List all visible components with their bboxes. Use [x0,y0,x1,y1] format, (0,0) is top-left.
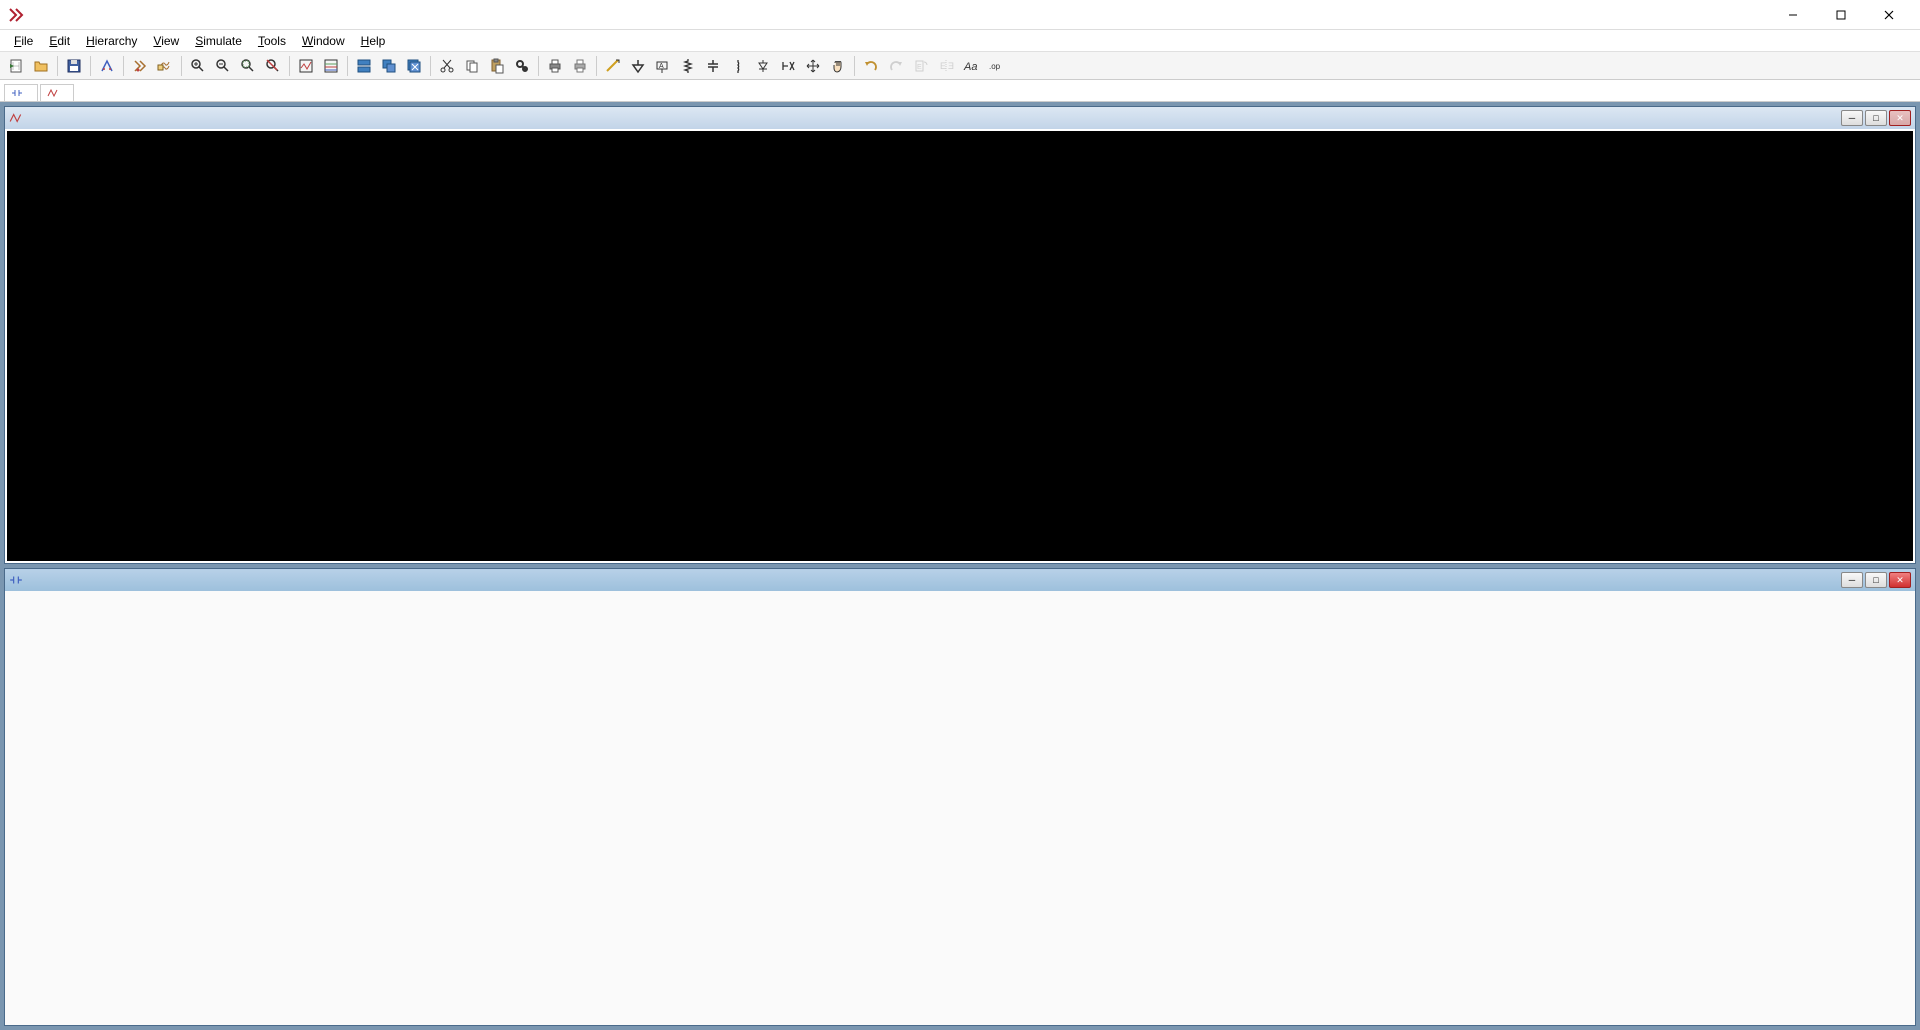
menu-view[interactable]: View [145,32,187,50]
mirror-button[interactable]: EE [934,54,958,78]
find-button[interactable] [510,54,534,78]
plot-minimize-button[interactable]: ─ [1841,110,1863,126]
svg-text:E: E [917,64,922,71]
menu-bar: File Edit Hierarchy View Simulate Tools … [0,30,1920,52]
plot-maximize-button[interactable]: □ [1865,110,1887,126]
zoom-fit-button[interactable] [236,54,260,78]
save-button[interactable] [62,54,86,78]
window-close-button[interactable] [1866,0,1912,30]
plot-window-titlebar[interactable]: ─ □ ✕ [5,107,1915,129]
close-windows-button[interactable] [402,54,426,78]
draw-wire-button[interactable] [601,54,625,78]
halt-button[interactable] [153,54,177,78]
cascade-windows-button[interactable] [377,54,401,78]
waveform-icon [47,87,59,99]
svg-text:E: E [940,61,946,71]
copy-button[interactable] [460,54,484,78]
schematic-window-titlebar[interactable]: ─ □ ✕ [5,569,1915,591]
toolbar: A E EE Aa .op [0,52,1920,80]
schematic-canvas[interactable] [5,591,1915,1025]
zoom-back-button[interactable] [211,54,235,78]
new-schematic-button[interactable] [4,54,28,78]
plot-area[interactable] [7,131,1913,561]
redo-button[interactable] [884,54,908,78]
window-maximize-button[interactable] [1818,0,1864,30]
waveform-icon [9,111,23,125]
menu-help[interactable]: Help [353,32,394,50]
schem-close-button[interactable]: ✕ [1889,572,1911,588]
paste-button[interactable] [485,54,509,78]
run-button[interactable] [128,54,152,78]
schem-maximize-button[interactable]: □ [1865,572,1887,588]
document-tabs [0,80,1920,102]
control-panel-button[interactable] [95,54,119,78]
open-button[interactable] [29,54,53,78]
menu-tools[interactable]: Tools [250,32,294,50]
move-button[interactable] [801,54,825,78]
print-button[interactable] [543,54,567,78]
tile-windows-button[interactable] [352,54,376,78]
menu-window[interactable]: Window [294,32,353,50]
add-trace-button[interactable] [319,54,343,78]
component-button[interactable] [776,54,800,78]
label-net-button[interactable]: A [651,54,675,78]
spice-directive-button[interactable]: .op [984,54,1008,78]
schematic-window: ─ □ ✕ [4,568,1916,1026]
text-button[interactable]: Aa [959,54,983,78]
menu-edit[interactable]: Edit [41,32,78,50]
schem-minimize-button[interactable]: ─ [1841,572,1863,588]
pan-button[interactable] [261,54,285,78]
menu-file[interactable]: File [6,32,41,50]
print-setup-button[interactable] [568,54,592,78]
cut-button[interactable] [435,54,459,78]
resistor-button[interactable] [676,54,700,78]
tab-waveform[interactable] [40,84,74,101]
inductor-button[interactable] [726,54,750,78]
diode-button[interactable] [751,54,775,78]
zoom-area-button[interactable] [186,54,210,78]
svg-text:Aa: Aa [963,61,977,73]
mdi-workspace: ─ □ ✕ ─ □ ✕ [0,102,1920,1030]
menu-simulate[interactable]: Simulate [187,32,250,50]
plot-close-button[interactable]: ✕ [1889,110,1911,126]
undo-button[interactable] [859,54,883,78]
svg-text:A: A [659,63,664,70]
autorange-button[interactable] [294,54,318,78]
ground-button[interactable] [626,54,650,78]
schematic-icon [9,573,23,587]
svg-text:.op: .op [989,62,1001,71]
rotate-button[interactable]: E [909,54,933,78]
plot-window: ─ □ ✕ [4,106,1916,564]
schematic-icon [11,87,23,99]
menu-hierarchy[interactable]: Hierarchy [78,32,145,50]
window-minimize-button[interactable] [1770,0,1816,30]
window-titlebar [0,0,1920,30]
capacitor-button[interactable] [701,54,725,78]
svg-text:E: E [948,61,954,71]
app-icon [8,7,24,23]
tab-schematic[interactable] [4,84,38,101]
drag-button[interactable] [826,54,850,78]
